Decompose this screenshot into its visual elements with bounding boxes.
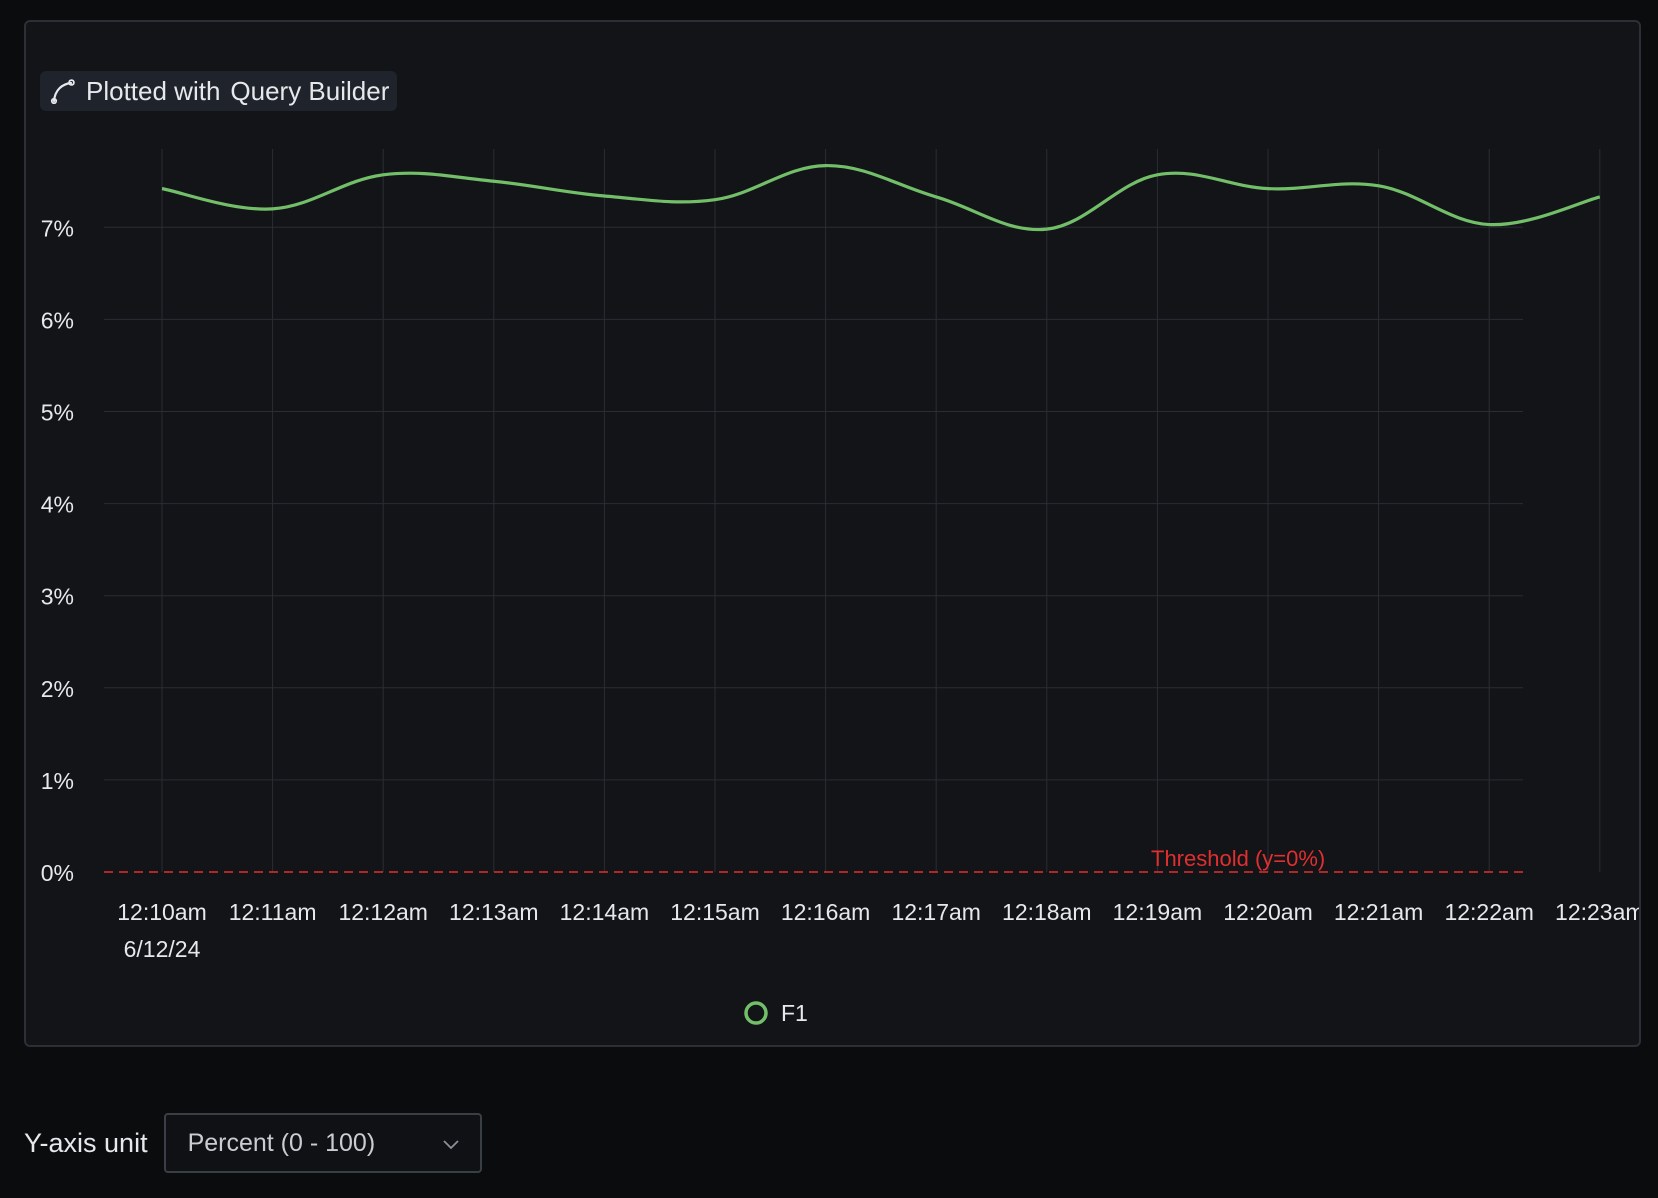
x-tick-label: 12:11am [229,899,317,925]
legend-label: F1 [781,1000,808,1026]
y-tick-label: 2% [41,676,74,702]
x-tick-label: 12:10am [117,899,207,925]
legend-marker [744,1001,768,1025]
x-tick-label: 12:19am [1113,899,1203,925]
threshold-label: Threshold (y=0%) [1151,846,1325,871]
line-chart: 0%1%2%3%4%5%6%7% 12:10am 12:11am 12:12am 12… [41,149,1641,1026]
y-axis-unit-row: Y-axis unit Percent (0 - 100) [24,1113,482,1173]
legend[interactable]: F1 [744,1000,808,1026]
x-tick-label: 12:17am [891,899,981,925]
chevron-down-icon [442,1129,460,1158]
x-tick-label: 12:15am [670,899,760,925]
y-tick-label: 3% [41,584,74,610]
x-tick-label: 12:14am [560,899,650,925]
threshold: Threshold (y=0%) [104,846,1523,873]
y-tick-label: 5% [41,400,74,426]
chart-grid [104,149,1601,872]
x-tick-label: 12:16am [781,899,871,925]
x-date-label: 6/12/24 [124,936,201,962]
x-tick-label: 12:18am [1002,899,1092,925]
y-tick-label: 6% [41,307,74,333]
y-tick-label: 4% [41,492,74,518]
x-tick-label: 12:12am [338,899,428,925]
x-tick-label: 12:21am [1334,899,1424,925]
x-tick-label: 12:22am [1444,899,1534,925]
x-tick-label: 12:20am [1223,899,1313,925]
x-tick-label: 12:13am [449,899,539,925]
y-tick-label: 7% [41,215,74,241]
x-axis: 12:10am 12:11am 12:12am 12:13am 12:14am 12:15… [117,899,1641,962]
y-tick-label: 0% [41,860,74,886]
series-line-f1 [161,163,1601,232]
y-tick-label: 1% [41,768,74,794]
series-layer [161,163,1601,232]
y-axis-unit-value: Percent (0 - 100) [187,1128,376,1157]
x-tick-label: 12:23am [1555,899,1641,925]
chart-panel: Plotted with Query Builder 0% 1% 2% 3% 4% 5% 6… [24,20,1641,1047]
y-axis-unit-select[interactable]: Percent (0 - 100) [163,1113,482,1173]
y-axis-unit-label: Y-axis unit [24,1127,148,1158]
y-axis: 0% 1% 2% 3% 4% 5% 6% 7% [41,215,74,886]
